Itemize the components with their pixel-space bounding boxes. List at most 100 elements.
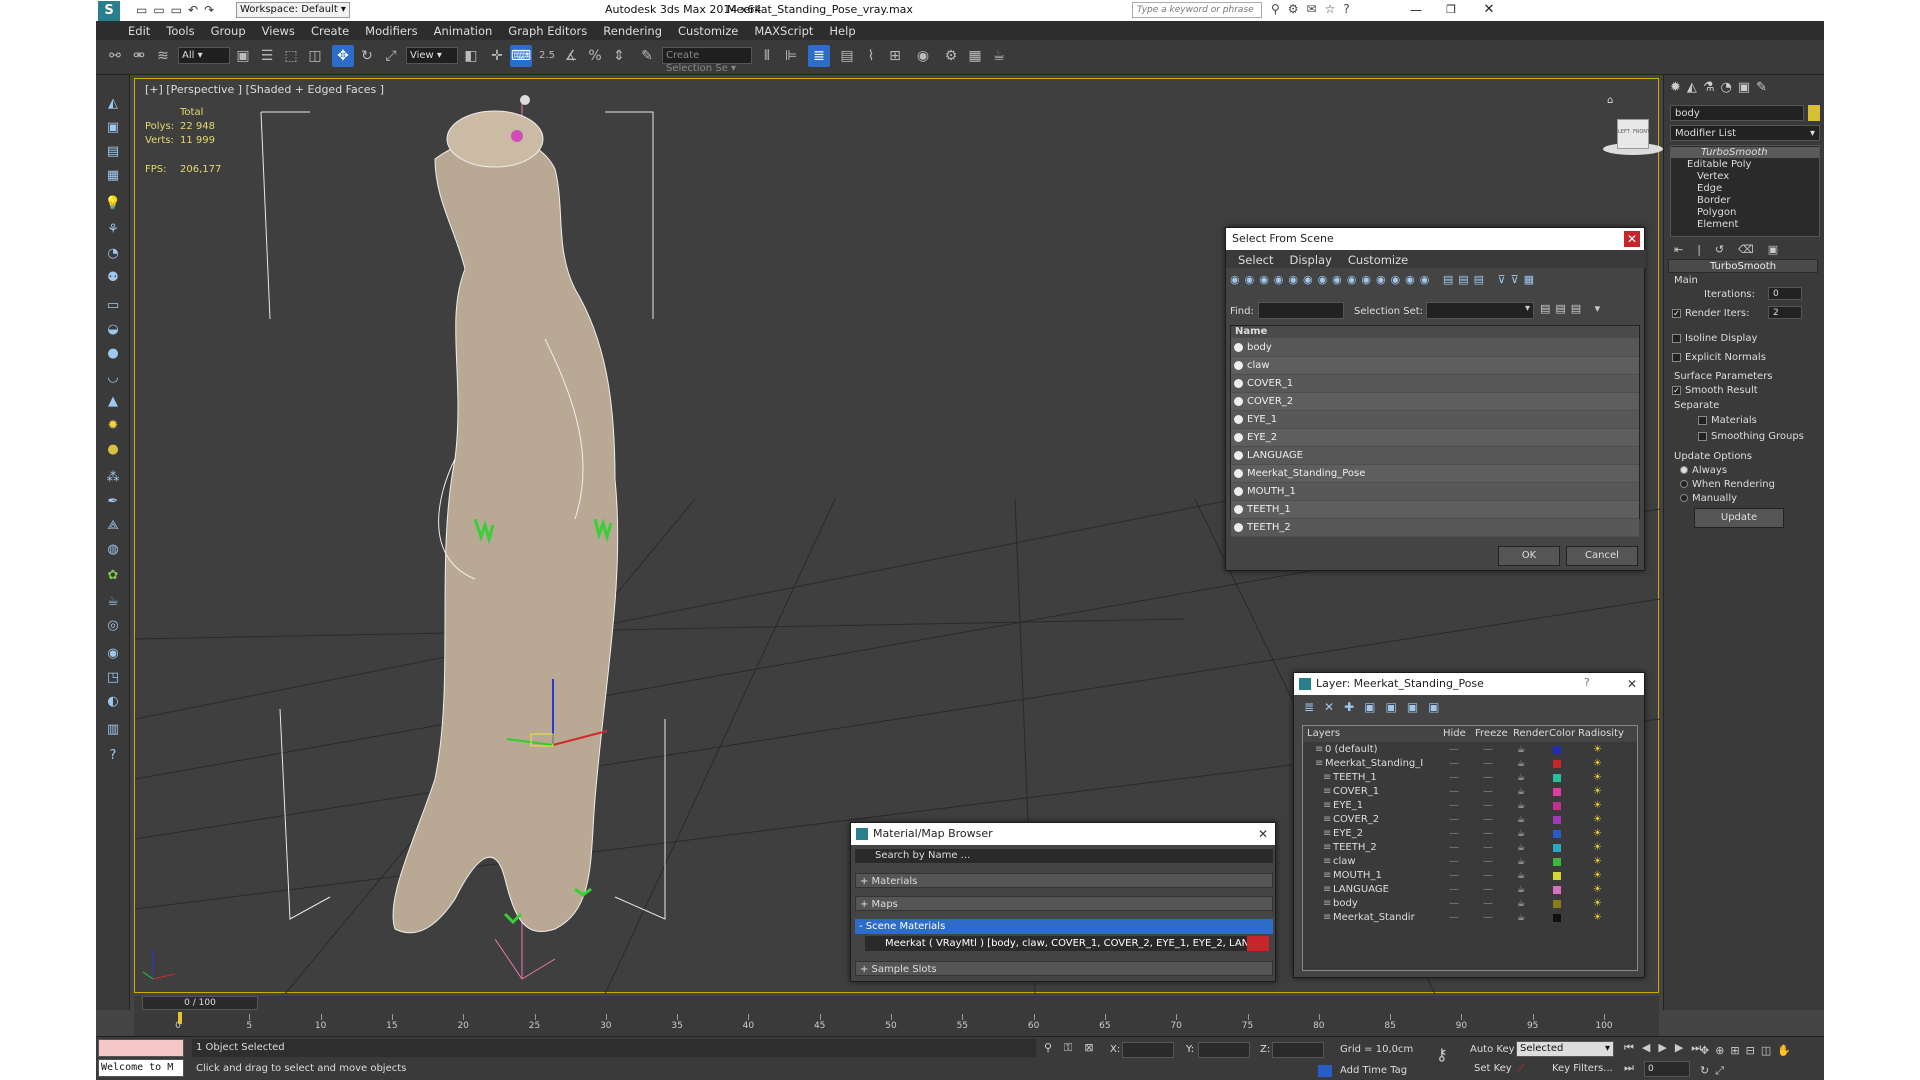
render-setup-icon[interactable]: ⚙ <box>940 45 962 67</box>
add-time-tag-icon[interactable] <box>1318 1065 1332 1077</box>
menu-create[interactable]: Create <box>303 21 357 39</box>
layer-render-icon[interactable]: ☕ <box>1517 869 1525 883</box>
menu-edit[interactable]: Edit <box>120 21 158 39</box>
layer-header-color[interactable]: Color <box>1549 726 1575 742</box>
layer-freeze-toggle[interactable]: — <box>1483 855 1493 869</box>
layer-row[interactable]: ≡ LANGUAGE — — ☕ ☀ <box>1303 883 1637 897</box>
bind-spacewarp-icon[interactable]: ≋ <box>152 45 174 67</box>
layer-color-swatch[interactable] <box>1553 788 1561 796</box>
layer-color-swatch[interactable] <box>1553 900 1561 908</box>
viewcube[interactable]: ⌂ LEFT FRONT <box>1603 95 1663 169</box>
layer-hide-toggle[interactable]: — <box>1449 841 1459 855</box>
layer-row[interactable]: ≡ MOUTH_1 — — ☕ ☀ <box>1303 869 1637 883</box>
select-object-icon[interactable]: ▣ <box>232 45 254 67</box>
layer-freeze-toggle[interactable]: — <box>1483 743 1493 757</box>
maximize-button[interactable]: ❐ <box>1436 0 1466 20</box>
layer-freeze-toggle[interactable]: — <box>1483 841 1493 855</box>
y-coord-field[interactable] <box>1198 1042 1250 1058</box>
layer-dialog-close-icon[interactable]: ✕ <box>1624 676 1640 692</box>
create-geometry-icon[interactable]: ◭ <box>102 93 124 115</box>
menu-modifiers[interactable]: Modifiers <box>357 21 426 39</box>
timeline-current-marker[interactable] <box>178 1012 182 1024</box>
turbosmooth-rollout[interactable]: TurboSmooth <box>1668 259 1818 273</box>
layer-radiosity-icon[interactable]: ☀ <box>1593 799 1602 813</box>
paint-icon[interactable]: ✒ <box>102 491 124 513</box>
layer-row[interactable]: ≡ Meerkat_Standir — — ☕ ☀ <box>1303 911 1637 925</box>
selection-set-icons[interactable]: ▤▤▤ ▾ <box>1540 302 1605 315</box>
vray-toggle-icon[interactable]: ◐ <box>102 691 124 713</box>
layer-radiosity-icon[interactable]: ☀ <box>1593 911 1602 925</box>
explicit-normals-checkbox[interactable]: Explicit Normals <box>1672 352 1766 363</box>
layer-hide-toggle[interactable]: — <box>1449 771 1459 785</box>
manually-radio[interactable]: Manually <box>1680 493 1737 504</box>
cancel-button[interactable]: Cancel <box>1566 546 1638 566</box>
layer-radiosity-icon[interactable]: ☀ <box>1593 841 1602 855</box>
layer-radiosity-icon[interactable]: ☀ <box>1593 785 1602 799</box>
layer-hide-toggle[interactable]: — <box>1449 827 1459 841</box>
layer-row[interactable]: ≡ EYE_1 — — ☕ ☀ <box>1303 799 1637 813</box>
find-input[interactable] <box>1258 302 1344 319</box>
layer-toolbar-icons[interactable]: ≣✕✚▣▣▣▣ <box>1304 700 1450 714</box>
layer-freeze-toggle[interactable]: — <box>1483 911 1493 925</box>
object-list-item[interactable]: claw <box>1231 357 1639 375</box>
menu-maxscript[interactable]: MAXScript <box>746 21 821 39</box>
layer-color-swatch[interactable] <box>1553 914 1561 922</box>
group-sample-slots[interactable]: + Sample Slots <box>855 961 1273 976</box>
modifier-stack[interactable]: TurboSmooth Editable Poly Vertex Edge Bo… <box>1670 145 1820 237</box>
layer-radiosity-icon[interactable]: ☀ <box>1593 813 1602 827</box>
pyramid-icon[interactable]: ⟁ <box>102 515 124 537</box>
playback-controls-2[interactable]: ⏭ <box>1624 1061 1634 1075</box>
hemisphere-icon[interactable]: ◒ <box>102 319 124 341</box>
select-move-icon[interactable]: ✥ <box>332 45 354 67</box>
sound-icon[interactable]: ◔ <box>102 243 124 265</box>
schematic-view-icon[interactable]: ⊞ <box>884 45 906 67</box>
timeline-ticks[interactable]: 0 5 10 15 20 25 30 35 40 45 50 55 60 65 70 75 80 85 90 95 10… <box>134 996 1659 1036</box>
keyboard-shortcut-icon[interactable]: ⌨ <box>510 45 532 67</box>
layer-hide-toggle[interactable]: — <box>1449 757 1459 771</box>
help-icon[interactable]: ? <box>102 745 124 767</box>
layer-render-icon[interactable]: ☕ <box>1517 827 1525 841</box>
set-key-button[interactable]: Set Key <box>1474 1063 1512 1074</box>
always-radio[interactable]: Always <box>1680 465 1727 476</box>
layer-header-freeze[interactable]: Freeze <box>1475 726 1508 742</box>
ref-coord-dropdown[interactable]: View ▾ <box>406 47 458 64</box>
layer-freeze-toggle[interactable]: — <box>1483 771 1493 785</box>
layer-color-swatch[interactable] <box>1553 774 1561 782</box>
render-production-icon[interactable]: ☕ <box>988 45 1010 67</box>
materials-checkbox[interactable]: Materials <box>1698 415 1757 426</box>
stack-turbosmooth[interactable]: TurboSmooth <box>1671 147 1819 158</box>
layer-hide-toggle[interactable]: — <box>1449 869 1459 883</box>
menu-help[interactable]: Help <box>821 21 863 39</box>
layer-hide-toggle[interactable]: — <box>1449 799 1459 813</box>
layer-render-icon[interactable]: ☕ <box>1517 799 1525 813</box>
render-iters-spinner[interactable]: 2 <box>1768 306 1802 319</box>
layer-help-button[interactable]: ? <box>1584 676 1590 689</box>
group-maps[interactable]: + Maps <box>855 896 1273 911</box>
particles-icon[interactable]: ⁂ <box>102 467 124 489</box>
maxscript-listener[interactable] <box>98 1039 184 1057</box>
selection-set-dropdown[interactable]: ▾ <box>1426 302 1534 319</box>
layer-header-render[interactable]: Render <box>1513 726 1549 742</box>
object-list-item[interactable]: TEETH_1 <box>1231 501 1639 519</box>
document-icon[interactable]: ▤ <box>102 141 124 163</box>
select-filter-icons[interactable]: ◉◉◉◉◉◉◉◉◉◉◉◉◉◉ ▤▤▤ ⊽⊽▦ <box>1230 271 1640 289</box>
viewport-nav-icons[interactable]: ✥⊕⊞⊟◫✋↻⤢ <box>1700 1041 1820 1080</box>
layer-hide-toggle[interactable]: — <box>1449 883 1459 897</box>
group-materials[interactable]: + Materials <box>855 873 1273 888</box>
layer-color-swatch[interactable] <box>1553 816 1561 824</box>
material-editor-icon[interactable]: ◉ <box>912 45 934 67</box>
stack-vertex[interactable]: Vertex <box>1697 171 1729 182</box>
table-icon[interactable]: ▦ <box>102 165 124 187</box>
save-disk-icon[interactable]: ▥ <box>102 719 124 741</box>
bowl-icon[interactable]: ◡ <box>102 367 124 389</box>
key-icon[interactable]: ⚷ <box>1436 1045 1448 1064</box>
globe-icon[interactable]: ◍ <box>102 539 124 561</box>
layer-row[interactable]: ≡ COVER_1 — — ☕ ☀ <box>1303 785 1637 799</box>
curve-editor-icon[interactable]: ⌇ <box>860 45 882 67</box>
angle-snap-icon[interactable]: ∡ <box>560 45 582 67</box>
layer-row[interactable]: ≡ claw — — ☕ ☀ <box>1303 855 1637 869</box>
menu-rendering[interactable]: Rendering <box>595 21 670 39</box>
object-list-item[interactable]: LANGUAGE <box>1231 447 1639 465</box>
layer-render-icon[interactable]: ☕ <box>1517 883 1525 897</box>
layer-freeze-toggle[interactable]: — <box>1483 883 1493 897</box>
